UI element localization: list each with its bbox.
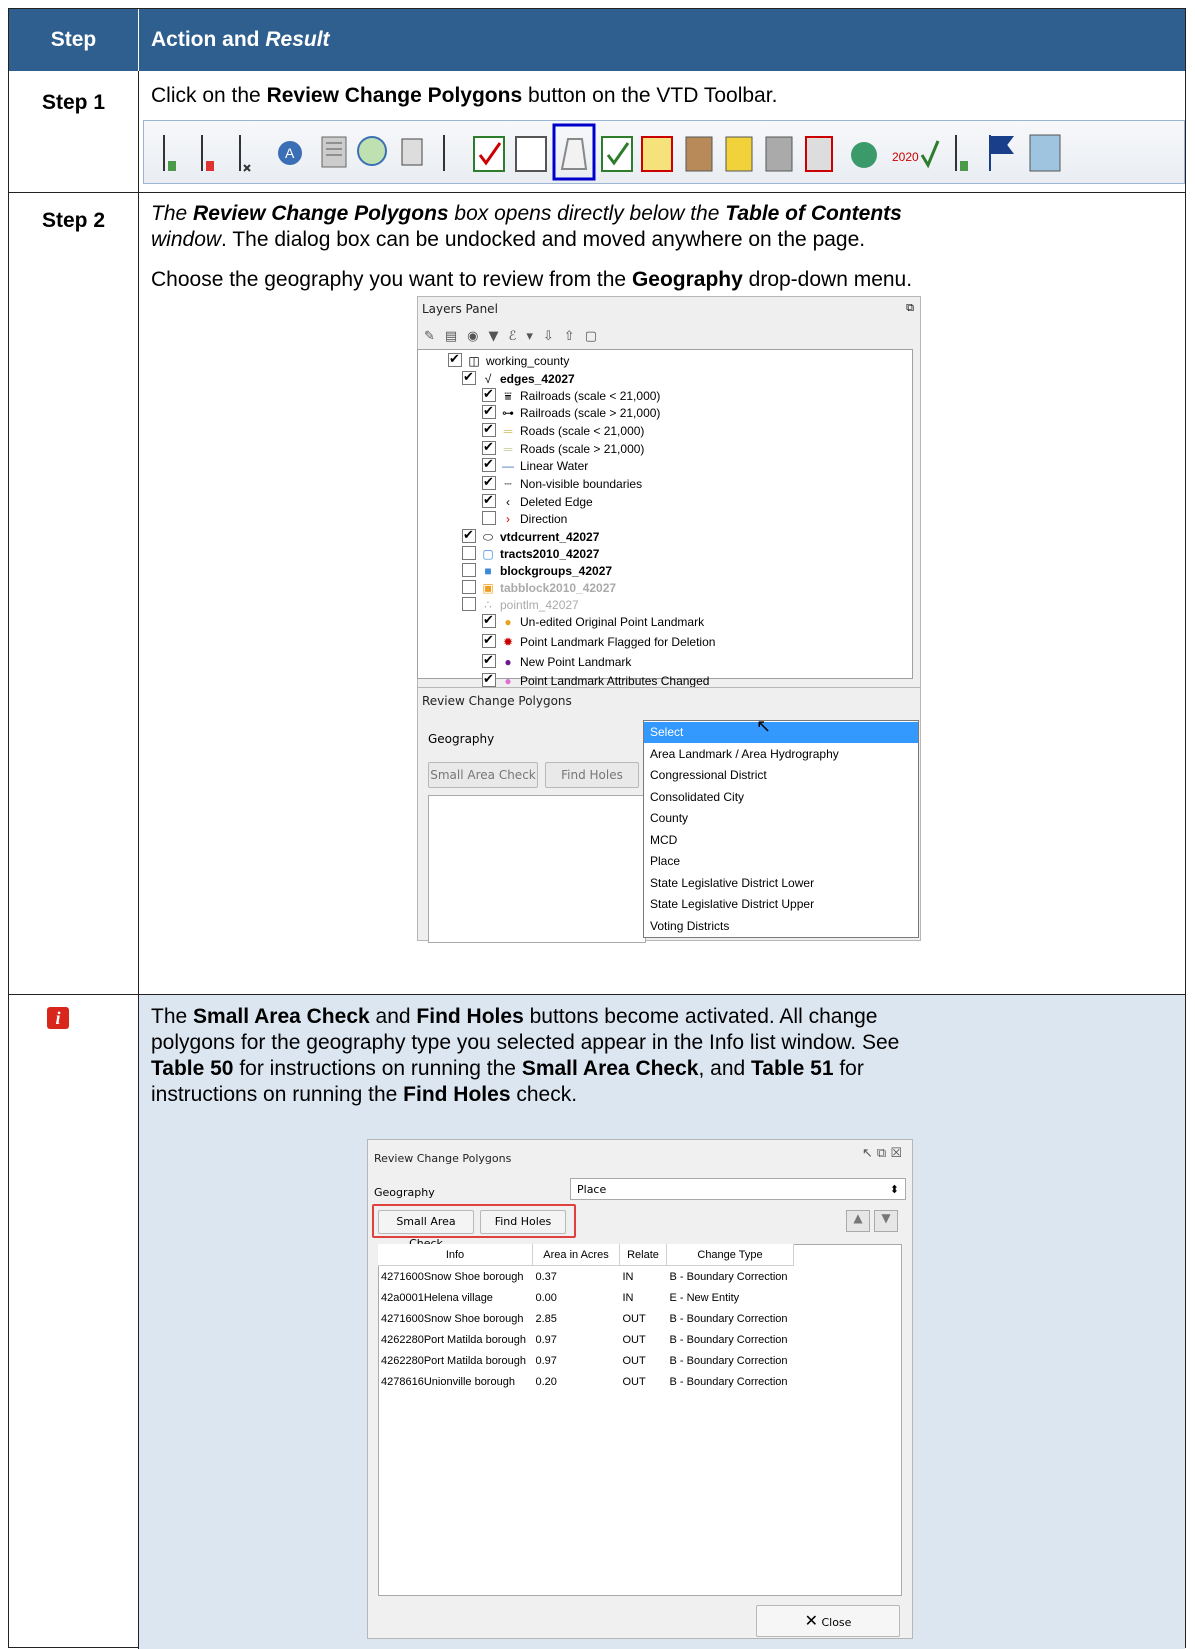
- table-row[interactable]: 4262280Port Matilda borough 0.97 OUT B - Bo…: [378, 1329, 794, 1350]
- review-panel-2-title: Review Change Polygons: [374, 1152, 512, 1165]
- layer-item[interactable]: ■ blockgroups_42027: [462, 562, 612, 580]
- geography-select[interactable]: Place ⬍: [570, 1178, 906, 1200]
- layers-panel-title: Layers Panel: [422, 302, 498, 316]
- table-row[interactable]: 4262280Port Matilda borough 0.97 OUT B - Bo…: [378, 1350, 794, 1371]
- step-1-label: Step 1: [41, 91, 106, 114]
- move-down-icon[interactable]: ▼: [874, 1210, 898, 1232]
- header-step: Step: [9, 9, 139, 71]
- dropdown-option[interactable]: County: [644, 808, 918, 829]
- layer-item[interactable]: ●New Point Landmark: [482, 651, 631, 671]
- svg-text:A: A: [285, 145, 295, 161]
- layer-item[interactable]: ═Roads (scale < 21,000): [482, 420, 644, 440]
- select-arrow-icon: ⬍: [889, 1183, 899, 1196]
- dropdown-option[interactable]: Consolidated City: [644, 787, 918, 808]
- col-info[interactable]: Info: [378, 1244, 533, 1266]
- svg-text:2020: 2020: [892, 150, 919, 164]
- layer-item[interactable]: —Linear Water: [482, 455, 588, 475]
- info-list[interactable]: [428, 795, 646, 943]
- dropdown-option[interactable]: Area Landmark / Area Hydrography: [644, 744, 918, 765]
- layer-item[interactable]: ▢ tracts2010_42027: [462, 545, 599, 563]
- find-holes-button-2[interactable]: Find Holes: [480, 1210, 566, 1234]
- dropdown-option[interactable]: State Legislative District Upper: [644, 894, 918, 915]
- step-1-text: Click on the Review Change Polygons butt…: [151, 84, 778, 107]
- close-x-icon: ✕: [804, 1611, 818, 1630]
- float-icon[interactable]: ⧉: [906, 301, 914, 315]
- col-relate[interactable]: Relate: [619, 1244, 667, 1266]
- layer-item[interactable]: ✹Point Landmark Flagged for Deletion: [482, 631, 715, 651]
- find-holes-button[interactable]: Find Holes: [545, 762, 639, 788]
- geography-label: Geography: [428, 732, 495, 746]
- col-change-type[interactable]: Change Type: [666, 1244, 794, 1266]
- layer-item[interactable]: ═Roads (scale > 21,000): [482, 438, 644, 458]
- close-button[interactable]: ✕ Close: [756, 1605, 900, 1637]
- layer-tree: ◫working_county √edges_42027 ⩸Railroads …: [417, 349, 913, 688]
- vtd-toolbar: A 2020: [143, 120, 1185, 184]
- dropdown-option[interactable]: State Legislative District Lower: [644, 873, 918, 894]
- dropdown-option[interactable]: Congressional District: [644, 765, 918, 786]
- step-2-text-2: Choose the geography you want to review …: [151, 268, 913, 291]
- layers-toolbar[interactable]: ✎▤◉▼ℰ▾⇩⇧▢: [424, 329, 607, 344]
- review-panel-title: Review Change Polygons: [422, 694, 572, 708]
- layer-item[interactable]: √edges_42027: [462, 368, 575, 388]
- layer-item[interactable]: ⩸Railroads (scale < 21,000): [482, 385, 660, 405]
- table-row[interactable]: 4271600Snow Shoe borough 2.85 OUT B - Bound…: [378, 1308, 794, 1329]
- move-up-icon[interactable]: ▲: [846, 1210, 870, 1232]
- layer-item[interactable]: › Direction: [482, 510, 567, 528]
- layer-item[interactable]: ┈Non-visible boundaries: [482, 473, 642, 493]
- toolbar-icons: A 2020: [163, 123, 1061, 181]
- table-row[interactable]: 42a0001Helena village 0.00 IN E - New Entit…: [378, 1287, 794, 1308]
- dropdown-option[interactable]: Voting Districts: [644, 916, 918, 937]
- layer-item[interactable]: ∴ pointlm_42027: [462, 596, 579, 614]
- table-header-row: Info Area in Acres Relate Change Type: [378, 1244, 794, 1266]
- layer-item[interactable]: ⬭vtdcurrent_42027: [462, 526, 599, 546]
- layer-item[interactable]: ⊶Railroads (scale > 21,000): [482, 402, 660, 422]
- small-area-check-button-2[interactable]: Small Area Check: [378, 1210, 474, 1250]
- table-row[interactable]: 4278616Unionville borough 0.20 OUT B - Boun…: [378, 1371, 794, 1392]
- layer-item[interactable]: ‹Deleted Edge: [482, 491, 593, 511]
- change-polygons-table: Info Area in Acres Relate Change Type 42…: [378, 1244, 794, 1392]
- info-icon: i: [47, 1007, 69, 1029]
- table-row[interactable]: 4271600Snow Shoe borough 0.37 IN B - Bounda…: [378, 1266, 794, 1288]
- table-header: Step Action and Result: [9, 9, 1185, 71]
- dropdown-option[interactable]: Place: [644, 851, 918, 872]
- procedure-table: Step Action and Result Step 1 Click on t…: [8, 8, 1186, 1649]
- dropdown-option[interactable]: Select: [644, 722, 918, 743]
- layer-item[interactable]: ●Un-edited Original Point Landmark: [482, 611, 704, 631]
- window-controls-icon[interactable]: ↖ ⧉ ☒: [862, 1146, 902, 1161]
- step-2-text: The Review Change Polygons box opens dir…: [151, 202, 902, 251]
- geography-dropdown[interactable]: Select Area Landmark / Area Hydrography …: [643, 720, 919, 938]
- small-area-check-button[interactable]: Small Area Check: [428, 762, 538, 788]
- dropdown-option[interactable]: MCD: [644, 830, 918, 851]
- col-area[interactable]: Area in Acres: [532, 1244, 620, 1266]
- cursor-icon: ↖: [756, 716, 772, 736]
- header-action: Action and Result: [151, 28, 330, 51]
- info-text: The Small Area Check and Find Holes butt…: [151, 1005, 900, 1106]
- step-2-label: Step 2: [41, 209, 106, 232]
- geography-label-2: Geography: [374, 1186, 435, 1199]
- layer-item[interactable]: ▣ tabblock2010_42027: [462, 579, 616, 597]
